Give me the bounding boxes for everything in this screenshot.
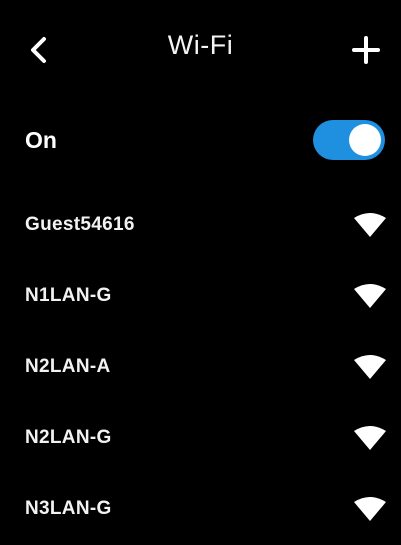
page-title: Wi-Fi <box>167 30 234 60</box>
network-item[interactable]: Guest54616 <box>0 190 401 261</box>
wifi-signal-icon <box>354 284 386 308</box>
wifi-power-toggle[interactable] <box>313 120 385 160</box>
network-item[interactable]: N3LAN-G <box>0 474 401 545</box>
plus-icon <box>352 36 380 64</box>
wifi-signal-icon <box>354 426 386 450</box>
wifi-settings-screen: Wi-Fi On Guest54616 N1LAN-G N2LAN-A N2LA… <box>0 0 401 537</box>
network-ssid: N2LAN-G <box>25 427 112 448</box>
network-item[interactable]: N1LAN-G <box>0 261 401 332</box>
wifi-signal-icon <box>354 213 386 237</box>
network-ssid: N2LAN-A <box>25 356 111 377</box>
wifi-signal-icon <box>354 497 386 521</box>
add-network-button[interactable] <box>343 26 389 74</box>
network-ssid: N1LAN-G <box>25 285 112 306</box>
network-item[interactable]: N2LAN-A <box>0 332 401 403</box>
toggle-knob <box>349 124 381 156</box>
network-item[interactable]: N2LAN-G <box>0 403 401 474</box>
network-ssid: Guest54616 <box>25 214 135 235</box>
network-ssid: N3LAN-G <box>25 498 112 519</box>
wifi-signal-icon <box>354 355 386 379</box>
wifi-power-row: On <box>0 110 401 172</box>
network-list: Guest54616 N1LAN-G N2LAN-A N2LAN-G N3LAN… <box>0 190 401 545</box>
header-bar: Wi-Fi <box>0 0 401 100</box>
wifi-power-label: On <box>25 127 57 153</box>
